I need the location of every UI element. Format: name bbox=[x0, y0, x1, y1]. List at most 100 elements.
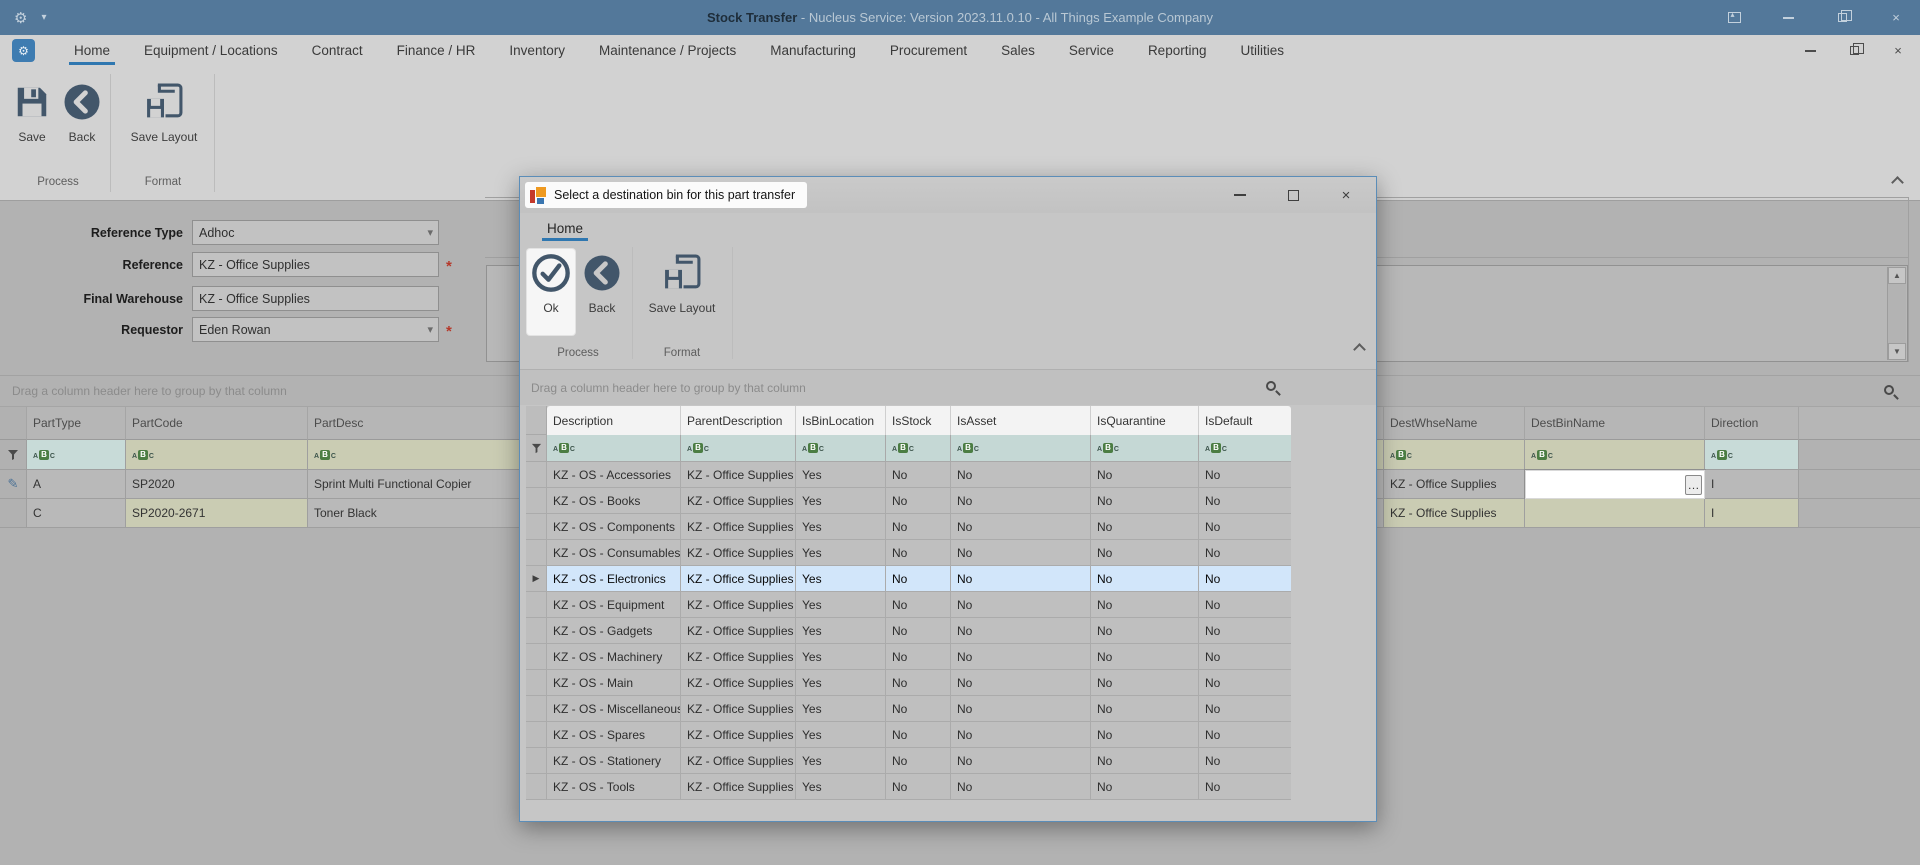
dialog-close-button[interactable]: × bbox=[1338, 187, 1354, 204]
cell-description[interactable]: KZ - OS - Components bbox=[547, 514, 681, 540]
cell-isdefault[interactable]: No bbox=[1199, 566, 1291, 592]
cell-isbinlocation[interactable]: Yes bbox=[796, 462, 886, 488]
ribbon-tab[interactable]: Finance / HR bbox=[380, 35, 493, 66]
column-header-parentdescription[interactable]: ParentDescription bbox=[681, 406, 796, 435]
table-row[interactable]: ▶ KZ - OS - Books KZ - Office Supplies Y… bbox=[526, 488, 1298, 514]
table-row[interactable]: ▶ KZ - OS - Miscellaneous KZ - Office Su… bbox=[526, 696, 1298, 722]
cell-isdefault[interactable]: No bbox=[1199, 618, 1291, 644]
cell-isstock[interactable]: No bbox=[886, 462, 951, 488]
mdi-restore-button[interactable] bbox=[1846, 43, 1864, 59]
cell-isbinlocation[interactable]: Yes bbox=[796, 722, 886, 748]
cell-description[interactable]: KZ - OS - Electronics bbox=[547, 566, 681, 592]
cell-parentdescription[interactable]: KZ - Office Supplies bbox=[681, 514, 796, 540]
ribbon-tab[interactable]: Equipment / Locations bbox=[127, 35, 295, 66]
cell-isquarantine[interactable]: No bbox=[1091, 774, 1199, 800]
cell-isasset[interactable]: No bbox=[951, 748, 1091, 774]
cell-isstock[interactable]: No bbox=[886, 748, 951, 774]
cell-isbinlocation[interactable]: Yes bbox=[796, 670, 886, 696]
collapse-ribbon-icon[interactable] bbox=[1891, 176, 1904, 189]
final-warehouse-input[interactable]: KZ - Office Supplies bbox=[192, 286, 439, 311]
ribbon-tab[interactable]: Inventory bbox=[492, 35, 582, 66]
cell-description[interactable]: KZ - OS - Stationery bbox=[547, 748, 681, 774]
cell-isbinlocation[interactable]: Yes bbox=[796, 566, 886, 592]
cell-isasset[interactable]: No bbox=[951, 774, 1091, 800]
cell-isbinlocation[interactable]: Yes bbox=[796, 618, 886, 644]
ellipsis-button[interactable]: … bbox=[1685, 474, 1702, 495]
cell-isquarantine[interactable]: No bbox=[1091, 514, 1199, 540]
column-header-isquarantine[interactable]: IsQuarantine bbox=[1091, 406, 1199, 435]
save-button[interactable]: Save bbox=[8, 78, 56, 164]
ribbon-tab[interactable]: Maintenance / Projects bbox=[582, 35, 753, 66]
filter-cell-isdefault[interactable]: ABC bbox=[1199, 435, 1291, 462]
cell-isquarantine[interactable]: No bbox=[1091, 618, 1199, 644]
cell-partcode[interactable]: SP2020-2671 bbox=[126, 499, 308, 528]
cell-description[interactable]: KZ - OS - Spares bbox=[547, 722, 681, 748]
cell-isstock[interactable]: No bbox=[886, 540, 951, 566]
back-button[interactable]: Back bbox=[58, 78, 106, 164]
cell-parentdescription[interactable]: KZ - Office Supplies bbox=[681, 644, 796, 670]
dialog-save-layout-button[interactable]: Save Layout bbox=[638, 249, 726, 335]
table-row[interactable]: ▶ KZ - OS - Main KZ - Office Supplies Ye… bbox=[526, 670, 1298, 696]
cell-description[interactable]: KZ - OS - Accessories bbox=[547, 462, 681, 488]
cell-isstock[interactable]: No bbox=[886, 774, 951, 800]
cell-isbinlocation[interactable]: Yes bbox=[796, 774, 886, 800]
filter-cell-isasset[interactable]: ABC bbox=[951, 435, 1091, 462]
table-row[interactable]: ▶ KZ - OS - Machinery KZ - Office Suppli… bbox=[526, 644, 1298, 670]
cell-parentdescription[interactable]: KZ - Office Supplies bbox=[681, 488, 796, 514]
cell-isbinlocation[interactable]: Yes bbox=[796, 748, 886, 774]
column-header-isasset[interactable]: IsAsset bbox=[951, 406, 1091, 435]
cell-destwhsename[interactable]: KZ - Office Supplies bbox=[1384, 470, 1525, 499]
cell-isasset[interactable]: No bbox=[951, 488, 1091, 514]
cell-isdefault[interactable]: No bbox=[1199, 540, 1291, 566]
cell-direction[interactable]: I bbox=[1705, 499, 1799, 528]
cell-isdefault[interactable]: No bbox=[1199, 644, 1291, 670]
cell-description[interactable]: KZ - OS - Books bbox=[547, 488, 681, 514]
cell-isasset[interactable]: No bbox=[951, 566, 1091, 592]
cell-isquarantine[interactable]: No bbox=[1091, 540, 1199, 566]
table-row[interactable]: ▶ KZ - OS - Accessories KZ - Office Supp… bbox=[526, 462, 1298, 488]
filter-cell-parentdescription[interactable]: ABC bbox=[681, 435, 796, 462]
cell-isbinlocation[interactable]: Yes bbox=[796, 488, 886, 514]
column-header-destbinname[interactable]: DestBinName bbox=[1525, 406, 1705, 440]
ribbon-tab[interactable]: Procurement bbox=[873, 35, 984, 66]
filter-cell-destwhsename[interactable]: ABC bbox=[1384, 440, 1525, 470]
dialog-maximize-button[interactable] bbox=[1285, 187, 1301, 203]
cell-isdefault[interactable]: No bbox=[1199, 774, 1291, 800]
cell-isstock[interactable]: No bbox=[886, 488, 951, 514]
cell-isdefault[interactable]: No bbox=[1199, 670, 1291, 696]
scrollbar[interactable]: ▲ ▼ bbox=[1887, 267, 1906, 360]
cell-isquarantine[interactable]: No bbox=[1091, 592, 1199, 618]
cell-isasset[interactable]: No bbox=[951, 618, 1091, 644]
search-icon[interactable] bbox=[1266, 381, 1276, 391]
filter-cell-destbinname[interactable]: ABC bbox=[1525, 440, 1705, 470]
filter-cell-isquarantine[interactable]: ABC bbox=[1091, 435, 1199, 462]
cell-parentdescription[interactable]: KZ - Office Supplies bbox=[681, 670, 796, 696]
table-row[interactable]: ▶ KZ - OS - Gadgets KZ - Office Supplies… bbox=[526, 618, 1298, 644]
reference-input[interactable]: KZ - Office Supplies bbox=[192, 252, 439, 277]
table-row[interactable]: ▶ KZ - OS - Equipment KZ - Office Suppli… bbox=[526, 592, 1298, 618]
cell-isstock[interactable]: No bbox=[886, 592, 951, 618]
cell-isasset[interactable]: No bbox=[951, 644, 1091, 670]
cell-isstock[interactable]: No bbox=[886, 644, 951, 670]
cell-isdefault[interactable]: No bbox=[1199, 514, 1291, 540]
ribbon-tab[interactable]: Contract bbox=[295, 35, 380, 66]
cell-description[interactable]: KZ - OS - Main bbox=[547, 670, 681, 696]
cell-isasset[interactable]: No bbox=[951, 592, 1091, 618]
search-icon[interactable] bbox=[1884, 385, 1894, 395]
column-header-isbinlocation[interactable]: IsBinLocation bbox=[796, 406, 886, 435]
ribbon-tab[interactable]: Utilities bbox=[1223, 35, 1301, 66]
mdi-minimize-button[interactable] bbox=[1802, 43, 1818, 59]
reference-type-select[interactable]: Adhoc ▾ bbox=[192, 220, 439, 245]
cell-isstock[interactable]: No bbox=[886, 514, 951, 540]
chevron-down-icon[interactable]: ▾ bbox=[427, 323, 433, 336]
cell-isstock[interactable]: No bbox=[886, 722, 951, 748]
table-row[interactable]: ▶ KZ - OS - Components KZ - Office Suppl… bbox=[526, 514, 1298, 540]
collapse-ribbon-icon[interactable] bbox=[1353, 343, 1366, 356]
cell-parentdescription[interactable]: KZ - Office Supplies bbox=[681, 748, 796, 774]
ribbon-tab[interactable]: Home bbox=[57, 35, 127, 66]
cell-isquarantine[interactable]: No bbox=[1091, 670, 1199, 696]
cell-isstock[interactable]: No bbox=[886, 618, 951, 644]
cell-description[interactable]: KZ - OS - Miscellaneous bbox=[547, 696, 681, 722]
cell-isasset[interactable]: No bbox=[951, 696, 1091, 722]
dialog-group-by-panel[interactable]: Drag a column header here to group by th… bbox=[520, 369, 1376, 405]
